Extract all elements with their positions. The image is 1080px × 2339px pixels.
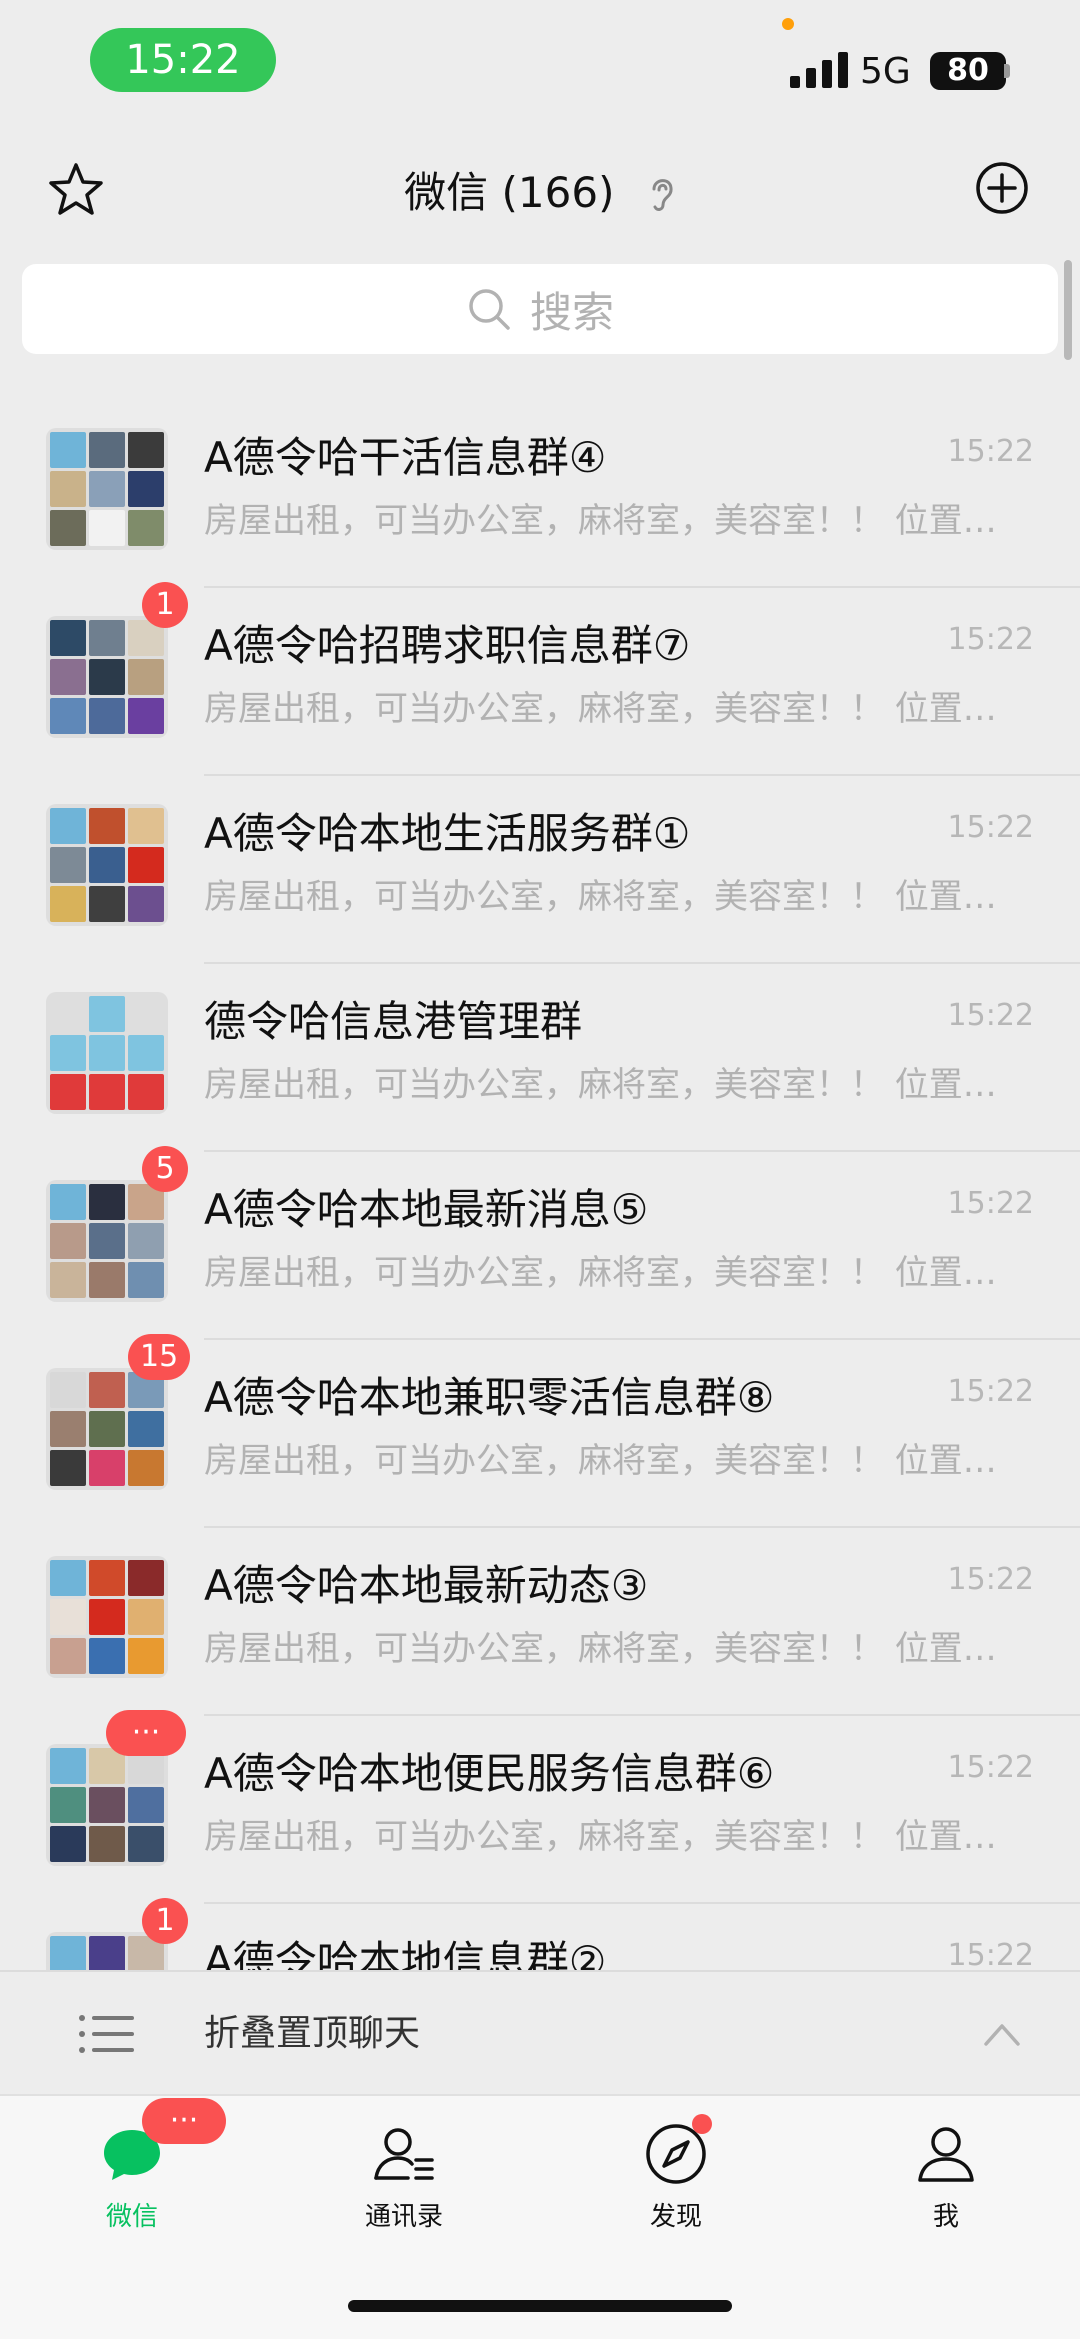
chat-name: A德令哈本地生活服务群①	[204, 809, 691, 858]
network-type: 5G	[860, 51, 911, 92]
home-indicator[interactable]	[348, 2300, 732, 2312]
chat-list: A德令哈干活信息群④ 15:22 房屋出租，可当办公室，麻将室，美容室！！ 位置…	[0, 400, 1080, 1970]
search-placeholder: 搜索	[529, 287, 614, 337]
unread-badge: 15	[128, 1334, 191, 1380]
contacts-icon	[374, 2128, 434, 2180]
more-badge: ···	[106, 1710, 186, 1756]
chat-preview: 房屋出租，可当办公室，麻将室，美容室！！ 位置…	[204, 1629, 997, 1669]
chat-row[interactable]: 德令哈信息港管理群 15:22 房屋出租，可当办公室，麻将室，美容室！！ 位置…	[0, 964, 1080, 1152]
chevron-up-icon[interactable]	[984, 2020, 1020, 2048]
chat-time: 15:22	[947, 622, 1034, 657]
chat-row[interactable]: 1 A德令哈招聘求职信息群⑦ 15:22 房屋出租，可当办公室，麻将室，美容室！…	[0, 582, 1080, 776]
fold-pinned-chats-bar[interactable]: 折叠置顶聊天	[0, 1970, 1080, 2096]
chat-preview: 房屋出租，可当办公室，麻将室，美容室！！ 位置…	[204, 501, 997, 541]
header: 微信 (166)	[0, 150, 1080, 230]
chat-name: A德令哈本地最新动态③	[204, 1561, 649, 1610]
unread-badge: 1	[142, 1898, 188, 1944]
tab-me[interactable]: 我	[866, 2122, 1026, 2242]
unread-badge: 1	[142, 582, 188, 628]
chat-row[interactable]: 15 A德令哈本地兼职零活信息群⑧ 15:22 房屋出租，可当办公室，麻将室，美…	[0, 1334, 1080, 1528]
status-bar: 15:22 5G 80	[0, 0, 1080, 120]
chat-preview: 房屋出租，可当办公室，麻将室，美容室！！ 位置…	[204, 877, 997, 917]
battery-cap	[1004, 64, 1010, 78]
chat-row[interactable]: ··· A德令哈本地便民服务信息群⑥ 15:22 房屋出租，可当办公室，麻将室，…	[0, 1710, 1080, 1904]
status-time: 15:22	[90, 28, 276, 92]
fold-pinned-label: 折叠置顶聊天	[204, 2013, 421, 2054]
chat-time: 15:22	[947, 434, 1034, 469]
chat-preview: 房屋出租，可当办公室，麻将室，美容室！！ 位置…	[204, 1253, 997, 1293]
chat-time: 15:22	[947, 1186, 1034, 1221]
chat-name: A德令哈本地最新消息⑤	[204, 1185, 649, 1234]
unread-badge: 5	[142, 1146, 188, 1192]
chat-name: A德令哈本地便民服务信息群⑥	[204, 1749, 775, 1798]
chat-time: 15:22	[947, 1938, 1034, 1970]
person-icon	[918, 2127, 974, 2182]
chat-time: 15:22	[947, 1374, 1034, 1409]
chat-time: 15:22	[947, 1562, 1034, 1597]
chat-preview: 房屋出租，可当办公室，麻将室，美容室！！ 位置…	[204, 1817, 997, 1857]
chat-preview: 房屋出租，可当办公室，麻将室，美容室！！ 位置…	[204, 689, 997, 729]
tab-label: 通讯录	[364, 2202, 443, 2232]
search-icon	[469, 289, 510, 330]
add-icon[interactable]	[974, 160, 1030, 216]
page-title: 微信 (166)	[404, 167, 615, 217]
chat-row[interactable]: 1 A德令哈本地信息群② 15:22	[0, 1898, 1080, 1970]
chat-name: A德令哈招聘求职信息群⑦	[204, 621, 691, 670]
list-icon	[79, 2015, 134, 2053]
tab-chats-badge: ···	[142, 2098, 226, 2144]
page-title-wrap: 微信 (166)	[0, 164, 1080, 219]
signal-icon	[790, 52, 848, 88]
group-avatar	[46, 804, 168, 926]
search-bar[interactable]: 搜索	[22, 264, 1058, 354]
group-avatar	[46, 1744, 168, 1866]
tab-label: 我	[932, 2202, 959, 2232]
chat-row[interactable]: A德令哈本地最新动态③ 15:22 房屋出租，可当办公室，麻将室，美容室！！ 位…	[0, 1528, 1080, 1716]
group-avatar	[46, 616, 168, 738]
search-inner: 搜索	[22, 264, 1058, 354]
group-avatar	[46, 992, 168, 1114]
chat-preview: 房屋出租，可当办公室，麻将室，美容室！！ 位置…	[204, 1441, 997, 1481]
tab-discover[interactable]: 发现	[596, 2122, 756, 2242]
chat-row[interactable]: A德令哈本地生活服务群① 15:22 房屋出租，可当办公室，麻将室，美容室！！ …	[0, 776, 1080, 964]
group-avatar	[46, 1180, 168, 1302]
battery-icon: 80	[930, 52, 1006, 90]
group-avatar	[46, 1368, 168, 1490]
chat-row[interactable]: A德令哈干活信息群④ 15:22 房屋出租，可当办公室，麻将室，美容室！！ 位置…	[0, 400, 1080, 588]
chat-name: A德令哈本地信息群②	[204, 1937, 607, 1970]
group-avatar	[46, 428, 168, 550]
privacy-indicator-dot	[782, 18, 794, 30]
chat-time: 15:22	[947, 810, 1034, 845]
chat-row[interactable]: 5 A德令哈本地最新消息⑤ 15:22 房屋出租，可当办公室，麻将室，美容室！！…	[0, 1146, 1080, 1340]
scrollbar-thumb	[1064, 260, 1072, 360]
battery-level: 80	[947, 53, 989, 88]
chat-name: 德令哈信息港管理群	[204, 997, 583, 1046]
tab-label: 微信	[105, 2202, 158, 2232]
chat-time: 15:22	[947, 1750, 1034, 1785]
tab-label: 发现	[649, 2202, 702, 2232]
chat-time: 15:22	[947, 998, 1034, 1033]
ear-icon	[652, 178, 673, 211]
discover-red-dot	[692, 2114, 712, 2134]
tab-contacts[interactable]: 通讯录	[324, 2122, 484, 2242]
chat-name: A德令哈干活信息群④	[204, 433, 607, 482]
chat-name: A德令哈本地兼职零活信息群⑧	[204, 1373, 775, 1422]
chat-preview: 房屋出租，可当办公室，麻将室，美容室！！ 位置…	[204, 1065, 997, 1105]
group-avatar	[46, 1556, 168, 1678]
